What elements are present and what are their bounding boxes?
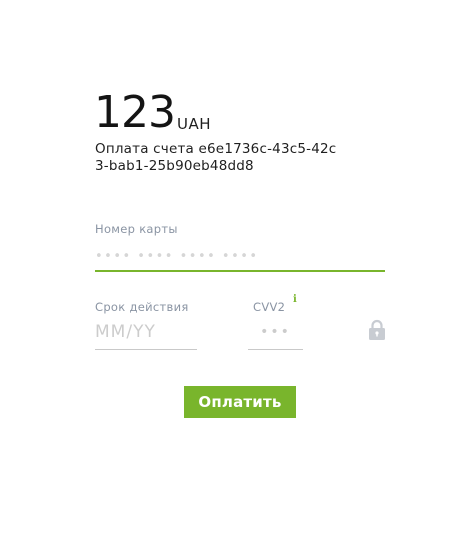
payment-currency: UAH xyxy=(176,115,212,133)
cvv-label: CVV2 xyxy=(253,300,286,314)
card-number-input[interactable] xyxy=(95,244,385,268)
payment-description: Оплата счета e6e1736c-43c5-42c3-bab1-25b… xyxy=(95,141,337,174)
payment-amount: 123 xyxy=(94,87,176,138)
cvv-input[interactable] xyxy=(248,318,303,346)
expiry-input[interactable] xyxy=(95,318,197,346)
lock-icon-svg xyxy=(369,319,385,340)
pay-button[interactable]: Оплатить xyxy=(184,386,296,418)
expiry-label: Срок действия xyxy=(95,300,189,314)
card-number-label: Номер карты xyxy=(95,222,178,236)
lock-icon xyxy=(368,319,386,341)
cvv-field xyxy=(248,318,303,350)
card-number-field xyxy=(95,244,385,272)
info-icon[interactable]: i xyxy=(293,294,297,305)
amount-block: 123 UAH xyxy=(94,88,211,138)
expiry-field xyxy=(95,318,197,350)
